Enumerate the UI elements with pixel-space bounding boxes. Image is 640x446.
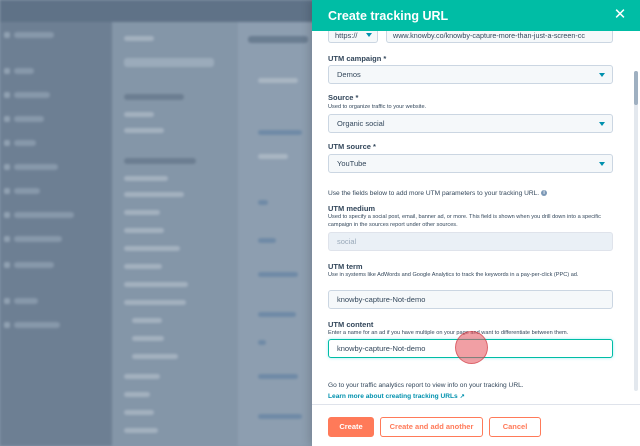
panel-footer: Create Create and add another Cancel xyxy=(312,404,640,446)
utm-term-label: UTM term xyxy=(328,262,363,271)
url-input[interactable]: www.knowby.co/knowby-capture-more-than-j… xyxy=(386,31,613,43)
info-icon[interactable]: i xyxy=(541,190,548,196)
scrollbar-track[interactable] xyxy=(634,71,638,391)
utm-source-select[interactable]: YouTube xyxy=(328,154,613,173)
external-link-icon: ↗ xyxy=(459,394,465,400)
panel-body: https:// www.knowby.co/knowby-capture-mo… xyxy=(312,31,640,404)
protocol-value: https:// xyxy=(335,31,358,40)
utm-content-label: UTM content xyxy=(328,320,374,329)
create-tracking-url-panel: Create tracking URL ✕ https:// www.knowb… xyxy=(312,0,640,446)
source-help-text: Used to organize traffic to your website… xyxy=(328,104,427,110)
chevron-down-icon xyxy=(599,162,605,166)
utm-medium-field: social xyxy=(328,232,613,251)
utm-medium-help-text: Used to specify a social post, email, ba… xyxy=(328,214,601,228)
chevron-down-icon xyxy=(599,73,605,77)
more-params-text: Use the fields below to add more UTM par… xyxy=(328,190,548,197)
create-and-add-another-button[interactable]: Create and add another xyxy=(380,417,483,437)
cancel-button[interactable]: Cancel xyxy=(489,417,541,437)
background-settings-menu xyxy=(112,22,238,446)
learn-more-link[interactable]: Learn more about creating tracking URLs ↗ xyxy=(328,393,465,400)
chevron-down-icon xyxy=(366,33,372,37)
source-label: Source * xyxy=(328,93,359,102)
scrollbar-thumb[interactable] xyxy=(634,71,638,105)
utm-source-value: YouTube xyxy=(337,159,367,168)
utm-campaign-select[interactable]: Demos xyxy=(328,65,613,84)
utm-campaign-label: UTM campaign * xyxy=(328,54,387,63)
protocol-select[interactable]: https:// xyxy=(328,31,378,43)
chevron-down-icon xyxy=(599,122,605,126)
learn-more-label: Learn more about creating tracking URLs xyxy=(328,393,458,400)
utm-term-help-text: Use in systems like AdWords and Google A… xyxy=(328,272,579,278)
panel-header: Create tracking URL ✕ xyxy=(312,0,640,31)
utm-medium-label: UTM medium xyxy=(328,204,376,213)
more-params-label: Use the fields below to add more UTM par… xyxy=(328,190,540,197)
close-icon[interactable]: ✕ xyxy=(612,7,628,23)
panel-title: Create tracking URL xyxy=(328,9,449,23)
utm-source-label: UTM source * xyxy=(328,142,376,151)
utm-term-input[interactable]: knowby-capture-Not-demo xyxy=(328,290,613,309)
create-button[interactable]: Create xyxy=(328,417,374,437)
utm-content-input[interactable]: knowby-capture-Not-demo xyxy=(328,339,613,358)
source-select[interactable]: Organic social xyxy=(328,114,613,133)
utm-campaign-value: Demos xyxy=(337,70,361,79)
utm-content-help-text: Enter a name for an ad if you have multi… xyxy=(328,330,569,336)
analytics-info-text: Go to your traffic analytics report to v… xyxy=(328,382,524,389)
background-nav-rail xyxy=(0,22,112,446)
source-value: Organic social xyxy=(337,119,385,128)
